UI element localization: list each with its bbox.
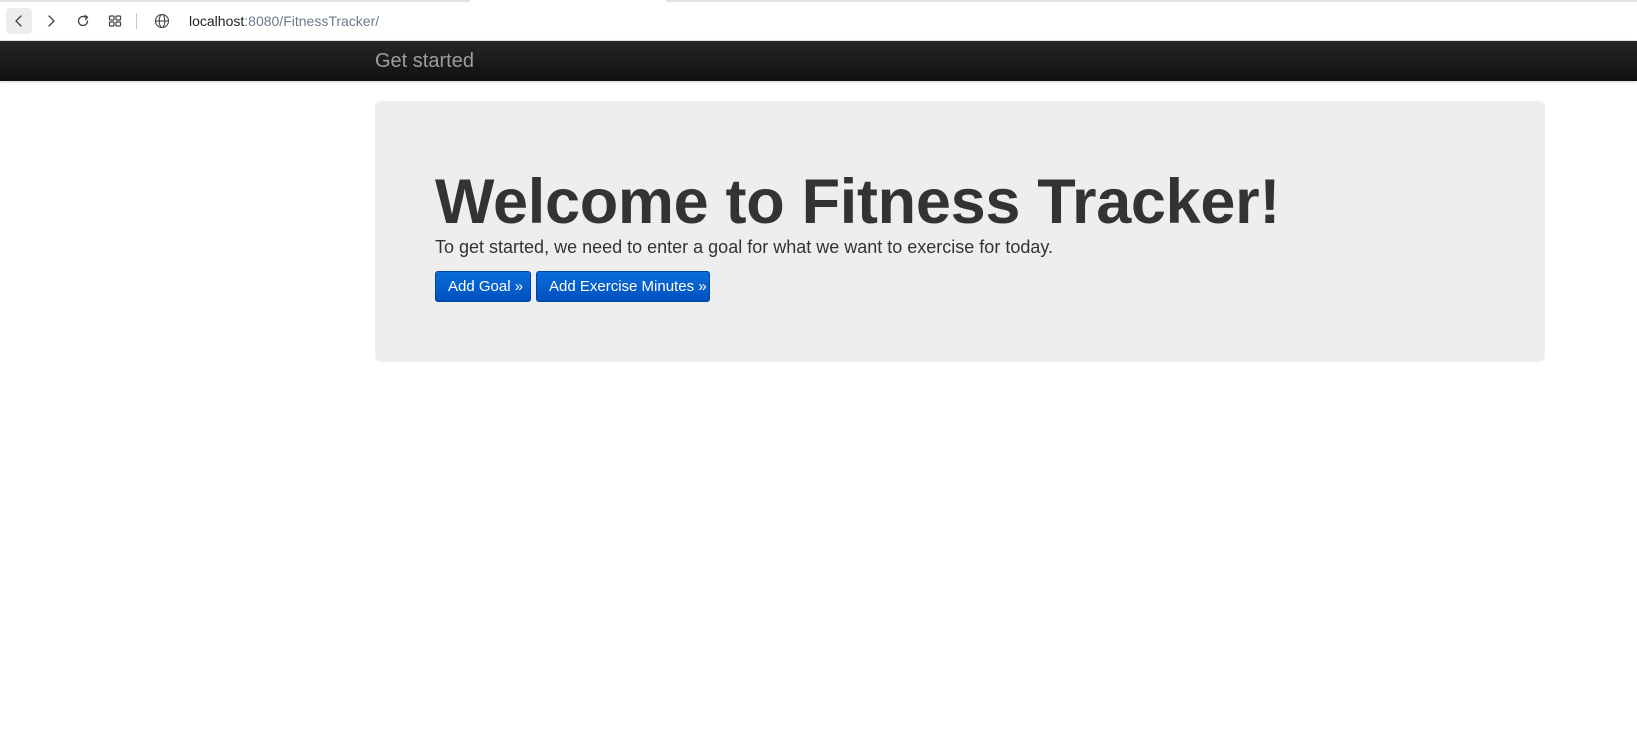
tab-strip	[0, 0, 1637, 2]
add-goal-button[interactable]: Add Goal »	[435, 271, 531, 302]
reload-button[interactable]	[70, 8, 96, 34]
active-tab-indicator	[470, 0, 666, 2]
lead-text: To get started, we need to enter a goal …	[435, 237, 1054, 257]
forward-arrow-icon	[48, 15, 55, 27]
page-title: Welcome to Fitness Tracker!	[435, 167, 1281, 237]
apps-button[interactable]	[102, 8, 128, 34]
app-navbar: Get started	[0, 41, 1637, 81]
forward-button[interactable]	[38, 8, 64, 34]
address-host: localhost	[189, 13, 245, 29]
back-arrow-icon	[15, 15, 22, 27]
jumbotron: Welcome to Fitness Tracker! To get start…	[375, 101, 1545, 362]
navbar-brand-link[interactable]: Get started	[375, 50, 474, 72]
globe-icon[interactable]	[154, 13, 170, 29]
address-path: :8080/FitnessTracker/	[244, 13, 380, 29]
toolbar-divider	[136, 13, 137, 29]
browser-toolbar: localhost:8080/FitnessTracker/	[0, 0, 1637, 41]
reload-icon	[77, 14, 89, 27]
address-bar[interactable]: localhost:8080/FitnessTracker/	[189, 11, 379, 31]
add-exercise-minutes-button[interactable]: Add Exercise Minutes »	[536, 271, 710, 302]
apps-grid-icon	[108, 15, 122, 27]
back-button[interactable]	[6, 8, 32, 34]
